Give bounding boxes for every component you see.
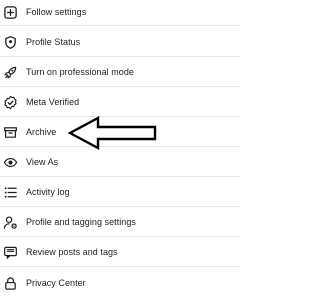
person-gear-icon xyxy=(3,215,18,230)
profile-settings-menu: Follow settings Profile Status Turn on p… xyxy=(0,0,240,300)
menu-item-review-posts-tags[interactable]: Review posts and tags xyxy=(0,237,240,267)
divider xyxy=(0,25,240,26)
menu-item-label: Meta Verified xyxy=(26,97,80,107)
shield-icon xyxy=(3,35,18,50)
lock-icon xyxy=(3,276,18,291)
rocket-icon xyxy=(3,65,18,80)
menu-item-profile-tagging-settings[interactable]: Profile and tagging settings xyxy=(0,207,240,237)
left-pointing-arrow-icon xyxy=(68,116,157,150)
menu-item-view-as[interactable]: View As xyxy=(0,147,240,177)
menu-item-label: Profile Status xyxy=(26,37,81,47)
plus-square-icon xyxy=(3,5,18,20)
list-icon xyxy=(3,185,18,200)
menu-item-label: Privacy Center xyxy=(26,278,86,288)
eye-icon xyxy=(3,155,18,170)
divider xyxy=(0,266,240,267)
menu-item-label: Activity log xyxy=(26,187,70,197)
review-chat-icon xyxy=(3,245,18,260)
verified-badge-icon xyxy=(3,95,18,110)
menu-item-privacy-center[interactable]: Privacy Center xyxy=(0,268,240,298)
menu-item-label: Turn on professional mode xyxy=(26,67,134,77)
menu-item-label: Follow settings xyxy=(26,7,87,17)
menu-item-activity-log[interactable]: Activity log xyxy=(0,177,240,207)
menu-item-label: Profile and tagging settings xyxy=(26,217,136,227)
menu-item-meta-verified[interactable]: Meta Verified xyxy=(0,87,240,117)
menu-item-profile-status[interactable]: Profile Status xyxy=(0,27,240,57)
menu-item-follow-settings[interactable]: Follow settings xyxy=(0,0,240,27)
menu-item-professional-mode[interactable]: Turn on professional mode xyxy=(0,57,240,87)
menu-item-label: Archive xyxy=(26,127,57,137)
archive-box-icon xyxy=(3,125,18,140)
menu-item-label: View As xyxy=(26,157,59,167)
menu-item-label: Review posts and tags xyxy=(26,247,118,257)
